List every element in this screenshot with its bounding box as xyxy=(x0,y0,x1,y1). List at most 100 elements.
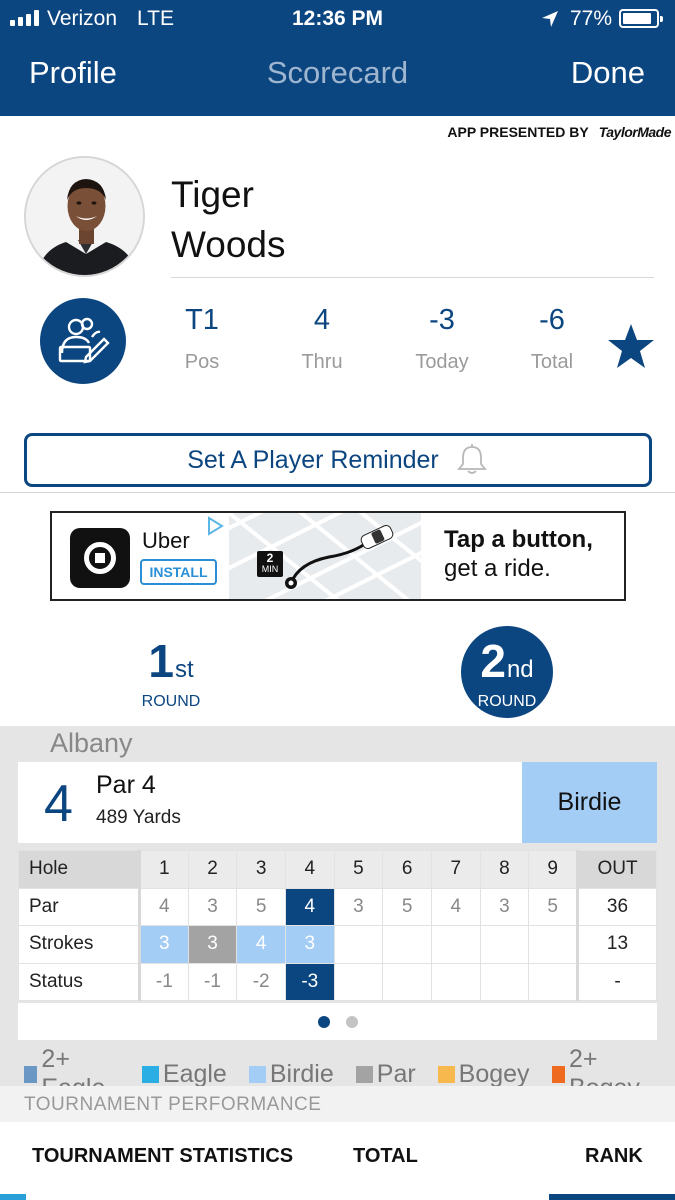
round-number: 2 xyxy=(480,635,506,687)
ad-brand: Uber xyxy=(142,528,190,553)
player-last-name: Woods xyxy=(171,224,286,265)
hole-header-cell[interactable]: 2 xyxy=(187,850,238,889)
stat-value: -6 xyxy=(539,304,565,336)
score-cell: 5 xyxy=(528,887,578,926)
score-cell: 3 xyxy=(284,925,335,964)
row-label: Strokes xyxy=(18,925,141,964)
reminder-label: Set A Player Reminder xyxy=(187,445,439,474)
divider xyxy=(0,492,675,493)
hole-header-cell[interactable]: 7 xyxy=(430,850,481,889)
location-arrow-icon xyxy=(542,11,558,27)
out-total-cell: OUT xyxy=(576,850,657,889)
row-status: Status -1 -1 -2 -3- xyxy=(18,962,657,1001)
column-header-total[interactable]: TOTAL xyxy=(353,1145,418,1168)
out-total-cell: 13 xyxy=(576,925,657,964)
scorecard-button[interactable] xyxy=(40,298,126,384)
stat-thru: 4 Thru xyxy=(267,300,377,374)
ad-copy: Tap a button, get a ride. xyxy=(444,525,593,583)
score-cell: 3 xyxy=(187,925,238,964)
score-cell: 4 xyxy=(284,887,335,926)
set-reminder-button[interactable]: Set A Player Reminder xyxy=(24,433,652,487)
done-button[interactable]: Done xyxy=(571,55,645,91)
adchoices-icon[interactable] xyxy=(204,515,226,537)
row-hole: Hole 1 2 3 4 5 6 7 8 9 OUT xyxy=(18,850,657,889)
player-avatar xyxy=(24,156,145,277)
battery-icon xyxy=(619,9,663,28)
stat-label: Pos xyxy=(184,351,220,373)
scorecard-edit-icon xyxy=(58,317,110,364)
taylormade-logo: TaylorMade xyxy=(598,124,672,140)
score-cell xyxy=(479,925,530,964)
top-bar: Verizon LTE 12:36 PM 77% Profile Scoreca… xyxy=(0,0,675,116)
eta-number: 2 xyxy=(266,551,274,565)
page-dot-active[interactable] xyxy=(317,1015,330,1028)
stat-label: Today xyxy=(415,351,469,373)
battery-percent: 77% xyxy=(570,7,613,30)
score-cell xyxy=(528,962,578,1001)
round-2-tab[interactable]: 2nd ROUND xyxy=(461,626,553,718)
score-cell: 4 xyxy=(139,887,189,926)
profile-button[interactable]: Profile xyxy=(29,55,117,91)
score-cell xyxy=(528,925,578,964)
hole-header-cell[interactable]: 5 xyxy=(333,850,384,889)
hole-header-cell[interactable]: 1 xyxy=(139,850,189,889)
row-label: Status xyxy=(18,962,141,1001)
out-total-cell: - xyxy=(576,962,657,1001)
row-label: Par xyxy=(18,887,141,926)
round-suffix: st xyxy=(174,656,194,683)
round-label: ROUND xyxy=(477,693,537,710)
legend-swatch xyxy=(551,1065,565,1083)
stat-position: T1 Pos xyxy=(147,300,257,374)
score-cell xyxy=(382,925,432,964)
row-par: Par 4 3 5 4 3 5 4 3 5 36 xyxy=(18,887,657,926)
score-cell xyxy=(382,962,432,1001)
hole-yards: 489 Yards xyxy=(96,807,181,828)
player-first-name: Tiger xyxy=(171,174,254,215)
legend-swatch xyxy=(437,1065,455,1083)
install-button[interactable]: INSTALL xyxy=(140,559,217,585)
hole-number: 4 xyxy=(44,775,73,833)
column-header-rank[interactable]: RANK xyxy=(585,1145,643,1168)
bell-icon xyxy=(456,444,487,474)
score-cell: -1 xyxy=(187,962,238,1001)
hole-header-cell[interactable]: 3 xyxy=(236,850,286,889)
legend-label: Birdie xyxy=(269,1059,334,1088)
round-suffix: nd xyxy=(506,656,534,683)
divider xyxy=(171,277,654,278)
legend-swatch xyxy=(141,1065,159,1083)
hole-header-cell[interactable]: 4 xyxy=(284,850,335,889)
section-title: TOURNAMENT PERFORMANCE xyxy=(24,1094,322,1115)
favorite-star-icon[interactable] xyxy=(607,323,655,369)
score-cell: 3 xyxy=(139,925,189,964)
legend-label: Eagle xyxy=(162,1059,227,1088)
page-indicator[interactable] xyxy=(18,1003,657,1040)
ad-headline: Tap a button, xyxy=(444,526,593,553)
stat-today: -3 Today xyxy=(387,300,497,374)
hole-par: Par 4 xyxy=(96,771,156,799)
hole-header-cell[interactable]: 8 xyxy=(479,850,530,889)
out-total-cell: 36 xyxy=(576,887,657,926)
score-cell xyxy=(333,925,384,964)
legend-swatch xyxy=(355,1065,373,1083)
row-strokes: Strokes 3 3 4 3 13 xyxy=(18,925,657,964)
stat-label: Total xyxy=(530,351,574,373)
score-cell: 3 xyxy=(333,887,384,926)
uber-ad-banner[interactable]: Uber INSTALL 2 MIN Tap a button, get a r… xyxy=(50,511,626,601)
eta-badge: 2 MIN xyxy=(257,551,283,577)
score-cell: 3 xyxy=(187,887,238,926)
status-bar: Verizon LTE 12:36 PM 77% xyxy=(0,0,675,38)
page-dot[interactable] xyxy=(345,1015,358,1028)
hole-header-cell[interactable]: 9 xyxy=(528,850,578,889)
score-cell xyxy=(430,925,481,964)
round-1-tab[interactable]: 1st ROUND xyxy=(125,626,217,718)
score-cell xyxy=(333,962,384,1001)
score-cell: 5 xyxy=(382,887,432,926)
player-name: Tiger Woods xyxy=(171,170,286,270)
tab-indicator xyxy=(549,1194,675,1200)
hole-result-badge: Birdie xyxy=(522,762,657,843)
column-header-statistics[interactable]: TOURNAMENT STATISTICS xyxy=(32,1145,293,1168)
uber-logo-icon xyxy=(70,528,130,588)
legend-swatch xyxy=(24,1065,38,1083)
player-photo xyxy=(26,158,143,275)
hole-header-cell[interactable]: 6 xyxy=(382,850,432,889)
